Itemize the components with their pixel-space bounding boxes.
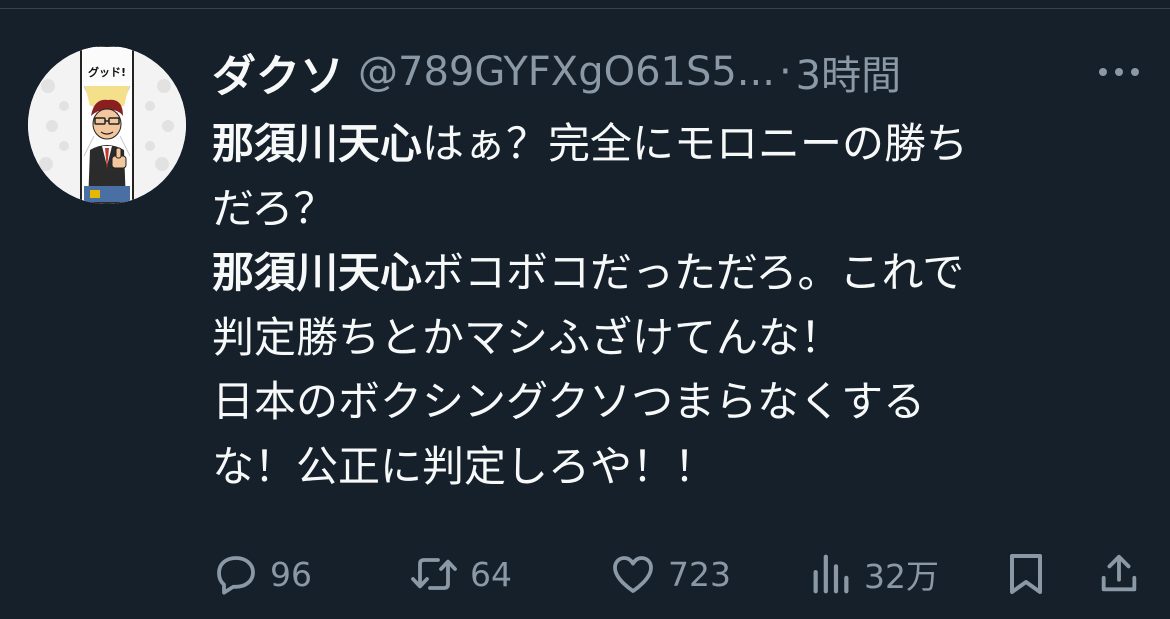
tweet-text: 那須川天心はぁ？完全にモロニーの勝ち だろ？ 那須川天心ボコボコだっただろ。これ… — [212, 112, 1132, 499]
tweet-text-line: 那須川天心ボコボコだっただろ。これで — [212, 241, 1132, 306]
avatar[interactable]: グッド! — [28, 46, 186, 204]
reply-button[interactable]: 96 — [212, 544, 312, 604]
reply-count: 96 — [270, 554, 312, 594]
tweet-text-line: な！公正に判定しろや！！ — [212, 435, 1132, 500]
views-button[interactable]: 32万 — [808, 544, 939, 604]
tweet-text-line: 那須川天心はぁ？完全にモロニーの勝ち — [212, 112, 1132, 177]
tweet-timestamp[interactable]: 3時間 — [796, 43, 901, 101]
retweet-button[interactable]: 64 — [408, 544, 512, 604]
tweet-text-span: な！公正に判定しろや！！ — [212, 441, 717, 491]
heart-icon — [613, 556, 653, 593]
analytics-bar-icon — [813, 554, 849, 594]
header-separator: · — [778, 49, 792, 95]
tweet-text-span: 判定勝ちとかマシふざけてんな！ — [212, 312, 843, 362]
top-divider — [0, 8, 1170, 9]
share-icon — [1101, 554, 1137, 592]
share-button[interactable] — [1096, 544, 1142, 604]
svg-text:グッド!: グッド! — [88, 65, 126, 79]
views-count: 32万 — [864, 557, 939, 596]
tweet-text-bold: 那須川天心 — [212, 248, 423, 297]
like-button[interactable]: 723 — [608, 544, 731, 604]
like-count: 723 — [668, 554, 731, 594]
reply-icon — [217, 556, 255, 595]
tweet-actions: 96 64 723 32万 — [212, 544, 1152, 604]
tweet-text-span: はぁ？完全にモロニーの勝ち — [422, 119, 969, 168]
tweet-text-line: 判定勝ちとかマシふざけてんな！ — [212, 306, 1132, 371]
tweet-text-span: ボコボコだっただろ。これで — [422, 248, 965, 297]
tweet-header: ダクソ @789GYFXgO61S5... · 3時間 — [212, 38, 1152, 106]
tweet-text-bold: 那須川天心 — [212, 119, 423, 168]
author-display-name[interactable]: ダクソ — [212, 40, 344, 104]
tweet-text-line: 日本のボクシングクソつまらなくする — [212, 370, 1132, 435]
tweet-text-span: だろ？ — [212, 183, 336, 233]
bookmark-button[interactable] — [1004, 544, 1048, 604]
tweet[interactable]: グッド! ダクソ @789GYFXgO61S5... · 3時間 那須川天心はぁ… — [0, 0, 1170, 619]
tweet-text-line: だろ？ — [212, 177, 1132, 242]
more-options-button[interactable] — [1096, 52, 1142, 92]
author-handle[interactable]: @789GYFXgO61S5... — [358, 49, 775, 95]
more-horizontal-icon — [1099, 68, 1139, 76]
retweet-count: 64 — [470, 554, 512, 594]
retweet-icon — [411, 558, 457, 590]
tweet-text-span: 日本のボクシングクソつまらなくする — [212, 377, 926, 426]
bookmark-icon — [1010, 554, 1042, 594]
manga-character-avatar-icon: グッド! — [28, 46, 186, 204]
